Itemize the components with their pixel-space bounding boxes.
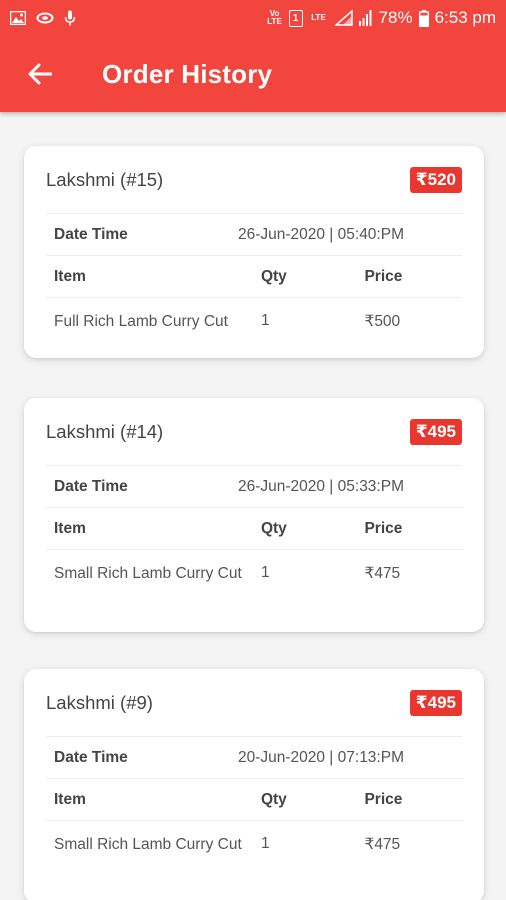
items-header-row: Item Qty Price [46, 508, 462, 550]
item-price: ₹475 [364, 836, 401, 853]
price-column-header: Price [364, 267, 403, 285]
page-title: Order History [102, 58, 273, 89]
price-column-header: Price [364, 790, 403, 808]
customer-order-id: Lakshmi (#9) [46, 691, 153, 713]
date-time-label: Date Time [54, 225, 128, 243]
order-card[interactable]: Lakshmi (#9) ₹495 Date Time 20-Jun-2020 … [24, 669, 484, 900]
lte-indicator: LTE [311, 13, 326, 22]
order-total-badge: ₹495 [409, 418, 462, 445]
app-bar: Vo LTE 1 LTE 78% 6:53 pm Order History [0, 0, 506, 112]
order-card-header: Lakshmi (#14) ₹495 [46, 398, 462, 466]
signal-icon [334, 10, 353, 26]
battery-percentage: 78% [378, 8, 413, 27]
item-qty: 1 [260, 564, 270, 581]
date-time-row: Date Time 26-Jun-2020 | 05:33:PM [46, 466, 462, 508]
date-time-value: 26-Jun-2020 | 05:33:PM [237, 477, 404, 495]
status-system: Vo LTE 1 LTE 78% 6:53 pm [267, 8, 496, 28]
item-price: ₹500 [364, 313, 401, 330]
item-row: Small Rich Lamb Curry Cut 1 ₹475 [46, 550, 462, 632]
status-time: 6:53 pm [434, 8, 496, 27]
date-time-value: 26-Jun-2020 | 05:40:PM [237, 225, 404, 243]
price-column-header: Price [364, 519, 403, 537]
toolbar: Order History [0, 36, 506, 112]
order-total-badge: ₹495 [409, 689, 462, 716]
item-qty: 1 [260, 835, 270, 852]
date-time-label: Date Time [54, 477, 128, 495]
order-total-badge: ₹520 [409, 166, 462, 193]
battery-icon [418, 9, 429, 27]
link-icon [36, 12, 54, 24]
status-notifications [10, 10, 76, 26]
item-name: Small Rich Lamb Curry Cut [54, 565, 242, 582]
sim-icon: 1 [288, 9, 303, 27]
order-card[interactable]: Lakshmi (#14) ₹495 Date Time 26-Jun-2020… [24, 398, 484, 632]
customer-order-id: Lakshmi (#15) [46, 168, 164, 190]
signal-bars-icon [358, 10, 373, 26]
order-card-header: Lakshmi (#15) ₹520 [46, 146, 462, 214]
item-row: Full Rich Lamb Curry Cut 1 ₹500 [46, 298, 462, 358]
item-qty: 1 [260, 312, 270, 329]
qty-column-header: Qty [260, 519, 287, 537]
sim-number: 1 [292, 12, 299, 24]
qty-column-header: Qty [260, 790, 287, 808]
date-time-label: Date Time [54, 748, 128, 766]
date-time-row: Date Time 20-Jun-2020 | 07:13:PM [46, 737, 462, 779]
order-card-header: Lakshmi (#9) ₹495 [46, 669, 462, 737]
order-list: Lakshmi (#15) ₹520 Date Time 26-Jun-2020… [0, 112, 506, 900]
customer-order-id: Lakshmi (#14) [46, 420, 164, 442]
order-card[interactable]: Lakshmi (#15) ₹520 Date Time 26-Jun-2020… [24, 146, 484, 358]
item-name: Small Rich Lamb Curry Cut [54, 836, 242, 853]
items-header-row: Item Qty Price [46, 779, 462, 821]
status-bar: Vo LTE 1 LTE 78% 6:53 pm [0, 0, 506, 36]
item-price: ₹475 [364, 565, 401, 582]
volte-indicator: Vo LTE [267, 9, 282, 26]
item-column-header: Item [54, 519, 86, 537]
microphone-icon [64, 10, 76, 26]
item-row: Small Rich Lamb Curry Cut 1 ₹475 [46, 821, 462, 900]
item-column-header: Item [54, 267, 86, 285]
item-name: Full Rich Lamb Curry Cut [54, 313, 228, 330]
items-header-row: Item Qty Price [46, 256, 462, 298]
qty-column-header: Qty [260, 267, 287, 285]
gallery-icon [10, 11, 26, 25]
back-arrow-icon[interactable] [26, 60, 54, 88]
date-time-value: 20-Jun-2020 | 07:13:PM [237, 748, 404, 766]
item-column-header: Item [54, 790, 86, 808]
date-time-row: Date Time 26-Jun-2020 | 05:40:PM [46, 214, 462, 256]
